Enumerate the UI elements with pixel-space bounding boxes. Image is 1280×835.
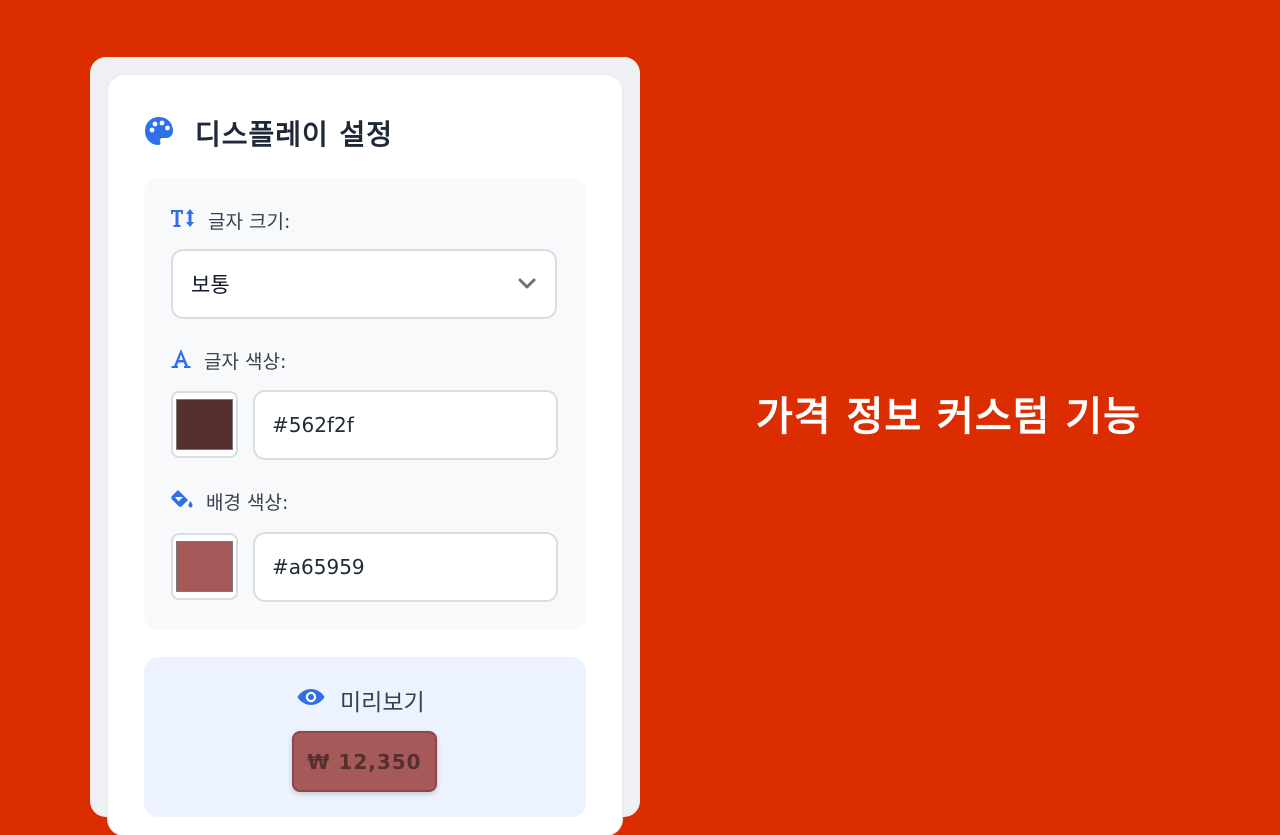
text-color-picker[interactable] [171,391,238,458]
font-letter-icon [170,347,192,374]
preview-label: 미리보기 [340,690,425,716]
font-size-selected: 보통 [191,273,230,297]
panel-title: 디스플레이 설정 [195,118,394,151]
text-color-hex-value: #562f2f [272,413,354,437]
bg-color-label-row: 배경 색상: [170,488,288,515]
panel-header: 디스플레이 설정 [143,113,393,153]
preview-header: 미리보기 [296,683,425,717]
font-size-label-row: 글자 크기: [170,207,290,234]
bg-color-picker[interactable] [171,533,238,600]
text-height-icon [170,207,196,234]
feature-headline: 가격 정보 커스텀 기능 [756,394,1141,440]
text-color-hex-input[interactable]: #562f2f [253,390,558,460]
font-size-label: 글자 크기: [208,211,291,233]
bg-color-swatch [176,541,233,592]
bg-color-label: 배경 색상: [206,492,289,514]
text-color-label-row: 글자 색상: [170,347,286,374]
chevron-down-icon [517,272,537,296]
bg-color-hex-input[interactable]: #a65959 [253,532,558,602]
text-color-swatch [176,399,233,450]
price-preview-chip: ₩ 12,350 [292,731,437,792]
paint-bucket-icon [170,488,194,515]
bg-color-hex-value: #a65959 [272,555,365,579]
palette-icon [143,115,175,151]
text-color-label: 글자 색상: [204,351,287,373]
price-preview-text: ₩ 12,350 [307,749,422,774]
font-size-select[interactable]: 보통 [171,249,557,319]
eye-icon [296,686,326,714]
